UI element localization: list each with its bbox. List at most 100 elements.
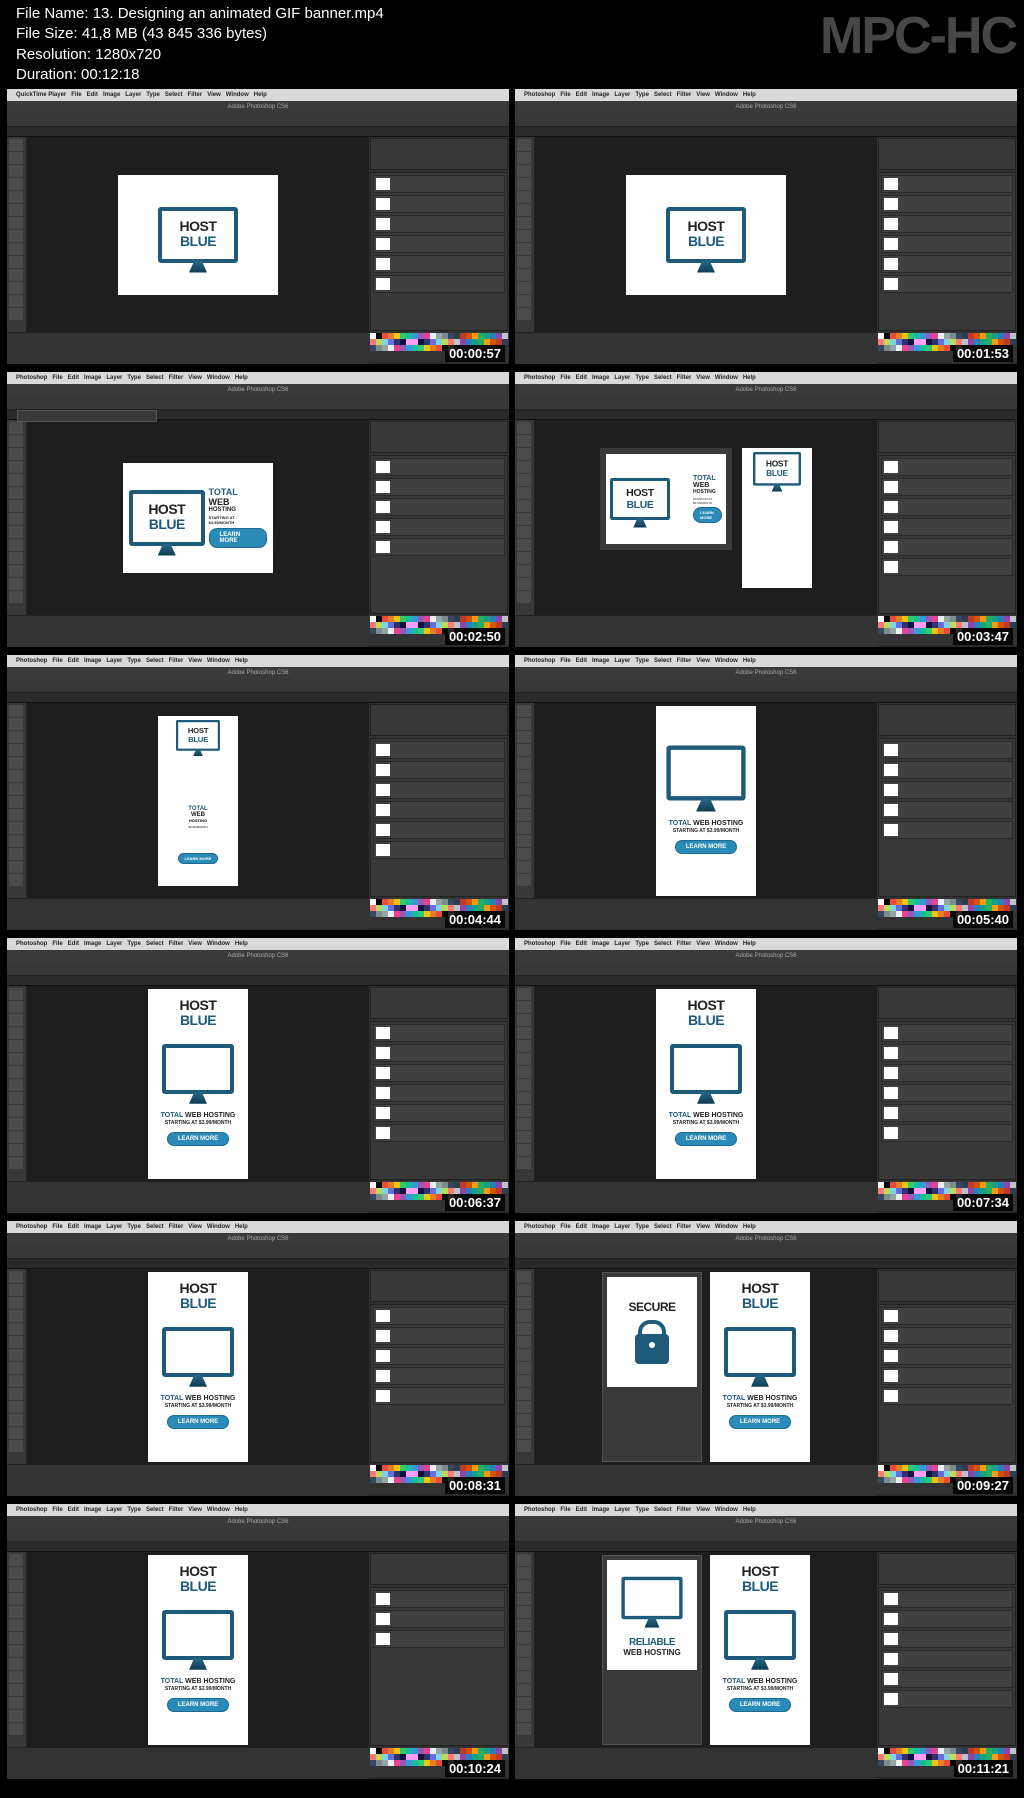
- tool-7[interactable]: [9, 1645, 23, 1657]
- tool-5[interactable]: [9, 204, 23, 216]
- menu-view[interactable]: View: [188, 941, 202, 947]
- menu-window[interactable]: Window: [715, 375, 738, 381]
- layer-row[interactable]: [373, 1630, 505, 1648]
- canvas-area[interactable]: HOST BLUE: [27, 137, 369, 332]
- layer-row[interactable]: [373, 1307, 505, 1325]
- tool-13[interactable]: [9, 591, 23, 603]
- layer-row[interactable]: [881, 498, 1013, 516]
- tool-5[interactable]: [9, 487, 23, 499]
- menu-window[interactable]: Window: [226, 92, 249, 98]
- menu-image[interactable]: Image: [84, 1507, 101, 1513]
- menu-select[interactable]: Select: [146, 375, 164, 381]
- tool-6[interactable]: [9, 500, 23, 512]
- tool-7[interactable]: [9, 230, 23, 242]
- tool-8[interactable]: [517, 1375, 531, 1387]
- tool-4[interactable]: [9, 1040, 23, 1052]
- layer-row[interactable]: [881, 275, 1013, 293]
- tool-13[interactable]: [9, 1723, 23, 1735]
- menu-file[interactable]: File: [52, 941, 62, 947]
- tool-9[interactable]: [517, 539, 531, 551]
- menu-filter[interactable]: Filter: [677, 658, 692, 664]
- tool-12[interactable]: [517, 861, 531, 873]
- layer-row[interactable]: [881, 1347, 1013, 1365]
- tool-7[interactable]: [517, 1362, 531, 1374]
- tool-4[interactable]: [9, 1323, 23, 1335]
- app-menu[interactable]: Photoshop: [16, 375, 47, 381]
- tool-1[interactable]: [517, 718, 531, 730]
- tool-13[interactable]: [517, 1157, 531, 1169]
- layer-row[interactable]: [373, 1347, 505, 1365]
- menu-file[interactable]: File: [560, 92, 570, 98]
- canvas-area[interactable]: TOTAL WEB HOSTING STARTING AT $3.99/MONT…: [535, 703, 877, 898]
- timeline-panel[interactable]: [7, 898, 369, 930]
- menu-layer[interactable]: Layer: [614, 1507, 630, 1513]
- tool-10[interactable]: [517, 1684, 531, 1696]
- menu-edit[interactable]: Edit: [576, 941, 587, 947]
- layer-row[interactable]: [881, 1024, 1013, 1042]
- menu-image[interactable]: Image: [84, 1224, 101, 1230]
- tool-4[interactable]: [9, 1606, 23, 1618]
- layer-row[interactable]: [881, 781, 1013, 799]
- menu-filter[interactable]: Filter: [188, 92, 203, 98]
- layer-row[interactable]: [373, 1124, 505, 1142]
- menu-select[interactable]: Select: [165, 92, 183, 98]
- layer-row[interactable]: [373, 478, 505, 496]
- tool-13[interactable]: [9, 308, 23, 320]
- menu-filter[interactable]: Filter: [677, 941, 692, 947]
- menu-filter[interactable]: Filter: [169, 1224, 184, 1230]
- tool-2[interactable]: [9, 1580, 23, 1592]
- tool-12[interactable]: [9, 1427, 23, 1439]
- tool-8[interactable]: [9, 1658, 23, 1670]
- tool-5[interactable]: [9, 1053, 23, 1065]
- layer-row[interactable]: [881, 1630, 1013, 1648]
- tool-13[interactable]: [517, 308, 531, 320]
- tool-7[interactable]: [517, 1645, 531, 1657]
- tool-2[interactable]: [9, 731, 23, 743]
- tool-10[interactable]: [9, 269, 23, 281]
- thumbnail-5[interactable]: PhotoshopFileEditImageLayerTypeSelectFil…: [6, 654, 510, 931]
- tool-10[interactable]: [517, 1401, 531, 1413]
- thumbnail-4[interactable]: PhotoshopFileEditImageLayerTypeSelectFil…: [514, 371, 1018, 648]
- layer-row[interactable]: [373, 1104, 505, 1122]
- tool-13[interactable]: [9, 1440, 23, 1452]
- tool-11[interactable]: [517, 1414, 531, 1426]
- menu-layer[interactable]: Layer: [106, 1507, 122, 1513]
- menu-filter[interactable]: Filter: [677, 1507, 692, 1513]
- tool-2[interactable]: [517, 1297, 531, 1309]
- menu-select[interactable]: Select: [654, 92, 672, 98]
- tool-3[interactable]: [517, 178, 531, 190]
- layer-row[interactable]: [881, 741, 1013, 759]
- tool-8[interactable]: [9, 809, 23, 821]
- menu-type[interactable]: Type: [127, 375, 141, 381]
- tool-1[interactable]: [517, 1567, 531, 1579]
- menu-filter[interactable]: Filter: [677, 1224, 692, 1230]
- tool-0[interactable]: [517, 705, 531, 717]
- menu-window[interactable]: Window: [207, 941, 230, 947]
- layer-row[interactable]: [373, 1024, 505, 1042]
- tool-2[interactable]: [517, 165, 531, 177]
- tool-12[interactable]: [517, 1427, 531, 1439]
- tool-6[interactable]: [9, 1632, 23, 1644]
- menu-view[interactable]: View: [188, 1507, 202, 1513]
- tool-3[interactable]: [517, 461, 531, 473]
- menu-image[interactable]: Image: [84, 941, 101, 947]
- learn-more-button[interactable]: LEARN MORE: [729, 1415, 791, 1429]
- menu-view[interactable]: View: [188, 1224, 202, 1230]
- app-menu[interactable]: Photoshop: [524, 941, 555, 947]
- thumbnail-12[interactable]: PhotoshopFileEditImageLayerTypeSelectFil…: [514, 1503, 1018, 1780]
- menu-view[interactable]: View: [696, 375, 710, 381]
- menu-view[interactable]: View: [696, 941, 710, 947]
- app-menu[interactable]: Photoshop: [524, 658, 555, 664]
- layer-row[interactable]: [373, 498, 505, 516]
- tool-1[interactable]: [9, 435, 23, 447]
- tool-4[interactable]: [9, 191, 23, 203]
- layer-row[interactable]: [881, 1044, 1013, 1062]
- tool-0[interactable]: [517, 139, 531, 151]
- layer-row[interactable]: [881, 1670, 1013, 1688]
- layer-row[interactable]: [881, 478, 1013, 496]
- tool-9[interactable]: [9, 539, 23, 551]
- layer-row[interactable]: [881, 1610, 1013, 1628]
- layer-row[interactable]: [881, 821, 1013, 839]
- layer-row[interactable]: [373, 538, 505, 556]
- tool-3[interactable]: [517, 744, 531, 756]
